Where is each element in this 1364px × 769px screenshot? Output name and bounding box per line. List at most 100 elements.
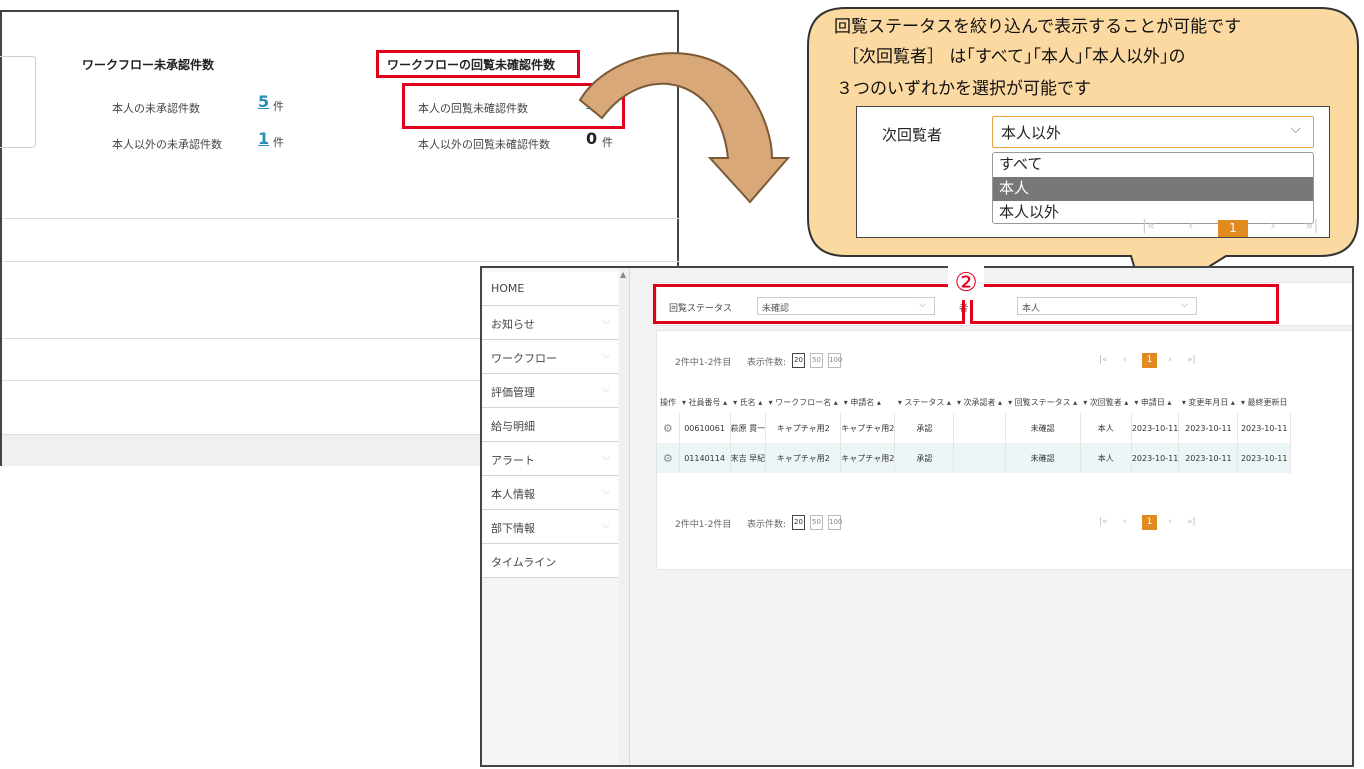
- pager-current[interactable]: 1: [1142, 353, 1157, 368]
- sidebar-item-label: 部下情報: [491, 522, 535, 535]
- cell: 00610061: [679, 413, 731, 443]
- row-action[interactable]: ⚙: [657, 413, 680, 443]
- col-header[interactable]: ▾ ワークフロー名 ▴: [766, 391, 841, 413]
- divider: [2, 261, 679, 262]
- sidebar-item-label: お知らせ: [491, 318, 535, 331]
- chevron-down-icon: ⌵: [602, 384, 610, 395]
- self-unapproved-label: 本人の未承認件数: [112, 102, 200, 115]
- col-header[interactable]: ▾ 次承認者 ▴: [954, 391, 1005, 413]
- pager-next-bottom[interactable]: ›: [1168, 517, 1172, 527]
- cell: 2023-10-11: [1131, 413, 1180, 443]
- cell: 01140114: [679, 443, 731, 473]
- callout-line-2: ［次回覧者］ は｢すべて｣｢本人｣｢本人以外｣の: [842, 47, 1186, 67]
- chevron-down-icon: ⌵: [602, 486, 610, 497]
- col-header[interactable]: ▾ 最終更新日: [1238, 391, 1291, 413]
- count-unit: 件: [273, 136, 284, 149]
- callout-line-3: ３つのいずれかを選択が可能です: [836, 79, 1091, 99]
- col-header[interactable]: ▾ 次回覧者 ▴: [1080, 391, 1131, 413]
- next-viewer-label: 次回覧者: [882, 126, 943, 144]
- sidebar-scrollbar[interactable]: ▲: [619, 268, 629, 765]
- cell: 承認: [894, 443, 955, 473]
- cell: 末吉 早紀: [730, 443, 767, 473]
- col-header[interactable]: ▾ 申請日 ▴: [1131, 391, 1179, 413]
- self-unapproved-count[interactable]: 5: [258, 92, 269, 111]
- gear-icon[interactable]: ⚙: [663, 422, 673, 435]
- sidebar-item-timeline[interactable]: タイムライン: [482, 544, 618, 578]
- option-self[interactable]: 本人: [993, 177, 1313, 201]
- sidebar-item-label: 本人情報: [491, 488, 535, 501]
- pager-next[interactable]: ›: [1168, 355, 1172, 365]
- pager-last[interactable]: »|: [1305, 218, 1318, 234]
- per-page-20-bottom[interactable]: 20: [792, 515, 805, 530]
- per-page-50[interactable]: 50: [810, 353, 823, 368]
- per-page-100-bottom[interactable]: 100: [828, 515, 842, 530]
- pager-first[interactable]: |«: [1099, 355, 1108, 365]
- col-header[interactable]: ▾ 変更年月日 ▴: [1179, 391, 1238, 413]
- chevron-down-icon: ⌵: [602, 316, 610, 327]
- pager-prev-bottom[interactable]: ‹: [1123, 517, 1127, 527]
- sidebar-item-self-info[interactable]: 本人情報 ⌵: [482, 476, 618, 510]
- per-page-20[interactable]: 20: [792, 353, 805, 368]
- col-header[interactable]: ▾ 回覧ステータス ▴: [1005, 391, 1080, 413]
- chevron-down-icon: ⌵: [602, 350, 610, 361]
- pager-last-bottom[interactable]: »|: [1187, 517, 1196, 527]
- col-header[interactable]: ▾ 氏名 ▴: [730, 391, 766, 413]
- sidebar-item-payslip[interactable]: 給与明細: [482, 408, 618, 442]
- cell: 承認: [894, 413, 955, 443]
- sidebar-item-label: アラート: [491, 454, 535, 467]
- col-header[interactable]: ▾ 社員番号 ▴: [679, 391, 730, 413]
- cell: キャプチャ用2: [840, 413, 896, 443]
- option-all[interactable]: すべて: [993, 153, 1313, 177]
- cell: 未確認: [1005, 413, 1081, 443]
- list-card: 2件中1-2件目 表示件数: 20 50 100 |« ‹ 1 › »| 操作 …: [656, 330, 1352, 570]
- cell: 2023-10-11: [1237, 413, 1291, 443]
- cell: 萩原 貫一: [730, 413, 767, 443]
- others-unconfirmed-label: 本人以外の回覧未確認件数: [418, 138, 550, 151]
- chevron-down-icon: ⌵: [1290, 121, 1301, 137]
- sidebar-item-home[interactable]: HOME: [482, 272, 618, 306]
- next-viewer-dropdown[interactable]: すべて 本人 本人以外: [992, 152, 1314, 224]
- scroll-up-icon: ▲: [620, 270, 627, 279]
- pager-last[interactable]: »|: [1187, 355, 1196, 365]
- sidebar-item-alert[interactable]: アラート ⌵: [482, 442, 618, 476]
- sidebar-item-news[interactable]: お知らせ ⌵: [482, 306, 618, 340]
- per-page-50-bottom[interactable]: 50: [810, 515, 823, 530]
- list-summary-bottom: 2件中1-2件目: [675, 520, 732, 530]
- unapproved-count-title: ワークフロー未承認件数: [82, 58, 215, 72]
- sidebar-item-label: タイムライン: [491, 556, 557, 569]
- per-page-100[interactable]: 100: [828, 353, 842, 368]
- sidebar-item-subordinate[interactable]: 部下情報 ⌵: [482, 510, 618, 544]
- others-unapproved-count[interactable]: 1: [258, 129, 269, 148]
- table-header-row: 操作 ▾ 社員番号 ▴ ▾ 氏名 ▴ ▾ ワークフロー名 ▴ ▾ 申請名 ▴ ▾…: [657, 391, 1291, 413]
- pager-prev[interactable]: ‹: [1188, 218, 1194, 234]
- pager-prev[interactable]: ‹: [1123, 355, 1127, 365]
- main-content: 回覧ステータス 未確認 ⌵ 者 本人 ⌵ 2件中1-2件目 表示件数: 20 5…: [630, 268, 1352, 765]
- cell: キャプチャ用2: [840, 443, 896, 473]
- sidebar-item-label: ワークフロー: [491, 352, 557, 365]
- next-viewer-select[interactable]: 本人以外 ⌵: [992, 116, 1314, 148]
- list-summary: 2件中1-2件目: [675, 358, 732, 368]
- pager-first-bottom[interactable]: |«: [1099, 517, 1108, 527]
- gear-icon[interactable]: ⚙: [663, 452, 673, 465]
- col-header[interactable]: 操作: [657, 391, 679, 413]
- curved-arrow: [578, 52, 791, 204]
- col-header[interactable]: ▾ ステータス ▴: [895, 391, 954, 413]
- sidebar-item-evaluation[interactable]: 評価管理 ⌵: [482, 374, 618, 408]
- left-panel-box: [0, 56, 36, 148]
- others-unapproved-label: 本人以外の未承認件数: [112, 138, 222, 151]
- highlight-status-filter: [653, 284, 965, 324]
- pager-next[interactable]: ›: [1270, 218, 1276, 234]
- chevron-down-icon: ⌵: [602, 452, 610, 463]
- step-marker: ②: [948, 266, 984, 300]
- pager-first[interactable]: |«: [1142, 218, 1155, 234]
- row-action[interactable]: ⚙: [657, 443, 680, 473]
- pager-current[interactable]: 1: [1218, 220, 1248, 237]
- cell: キャプチャ用2: [765, 443, 842, 473]
- sidebar-item-workflow[interactable]: ワークフロー ⌵: [482, 340, 618, 374]
- col-header[interactable]: ▾ 申請名 ▴: [841, 391, 895, 413]
- pager-current-bottom[interactable]: 1: [1142, 515, 1157, 530]
- cell: 本人: [1080, 443, 1132, 473]
- table-row: ⚙ 01140114 末吉 早紀 キャプチャ用2 キャプチャ用2 承認 未確認 …: [657, 443, 1291, 473]
- cell: 未確認: [1005, 443, 1081, 473]
- count-unit: 件: [273, 100, 284, 113]
